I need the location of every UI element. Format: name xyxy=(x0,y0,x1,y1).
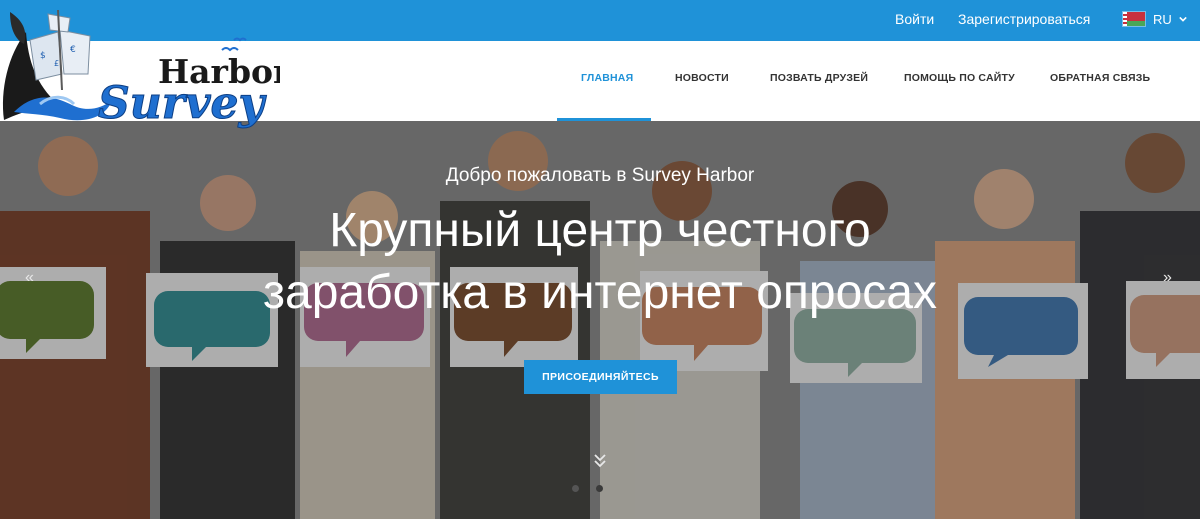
nav-item-news[interactable]: НОВОСТИ xyxy=(675,72,729,84)
svg-text:$: $ xyxy=(40,51,46,61)
prev-slide-arrow[interactable]: « xyxy=(25,269,34,287)
slide-dot-1[interactable] xyxy=(572,485,579,492)
nav-item-invite-friends[interactable]: ПОЗВАТЬ ДРУЗЕЙ xyxy=(770,72,868,84)
headline-line-2: заработка в интернет опросах xyxy=(263,266,937,319)
chevron-down-icon xyxy=(1179,16,1187,22)
hero-slider: Добро пожаловать в Survey Harbor Крупный… xyxy=(0,121,1200,519)
svg-text:€: € xyxy=(70,45,76,55)
hero-welcome: Добро пожаловать в Survey Harbor xyxy=(0,165,1200,187)
register-link[interactable]: Зарегистрироваться xyxy=(958,11,1090,27)
welcome-prefix: Добро пожаловать в xyxy=(445,165,627,186)
nav-item-feedback[interactable]: ОБРАТНАЯ СВЯЗЬ xyxy=(1050,72,1150,84)
svg-text:£: £ xyxy=(54,59,59,68)
next-slide-arrow[interactable]: » xyxy=(1163,269,1172,287)
language-code: RU xyxy=(1153,11,1172,27)
double-chevron-down-icon[interactable] xyxy=(594,454,606,468)
nav-item-home[interactable]: ГЛАВНАЯ xyxy=(581,72,633,84)
join-button[interactable]: ПРИСОЕДИНЯЙТЕСЬ xyxy=(524,360,677,394)
slide-dots xyxy=(572,485,603,492)
welcome-brand: Survey Harbor xyxy=(631,165,755,186)
hero-headline: Крупный центр честного заработка в интер… xyxy=(0,203,1200,321)
headline-line-1: Крупный центр честного xyxy=(329,204,871,257)
nav-item-site-help[interactable]: ПОМОЩЬ ПО САЙТУ xyxy=(904,72,1015,84)
site-logo[interactable]: $ € £ Harbor Survey xyxy=(0,0,280,130)
language-selector[interactable]: RU xyxy=(1122,9,1187,29)
login-link[interactable]: Войти xyxy=(895,11,934,27)
slide-dot-2[interactable] xyxy=(596,485,603,492)
logo-word-survey: Survey xyxy=(98,78,268,129)
belarus-flag-icon xyxy=(1122,11,1146,27)
